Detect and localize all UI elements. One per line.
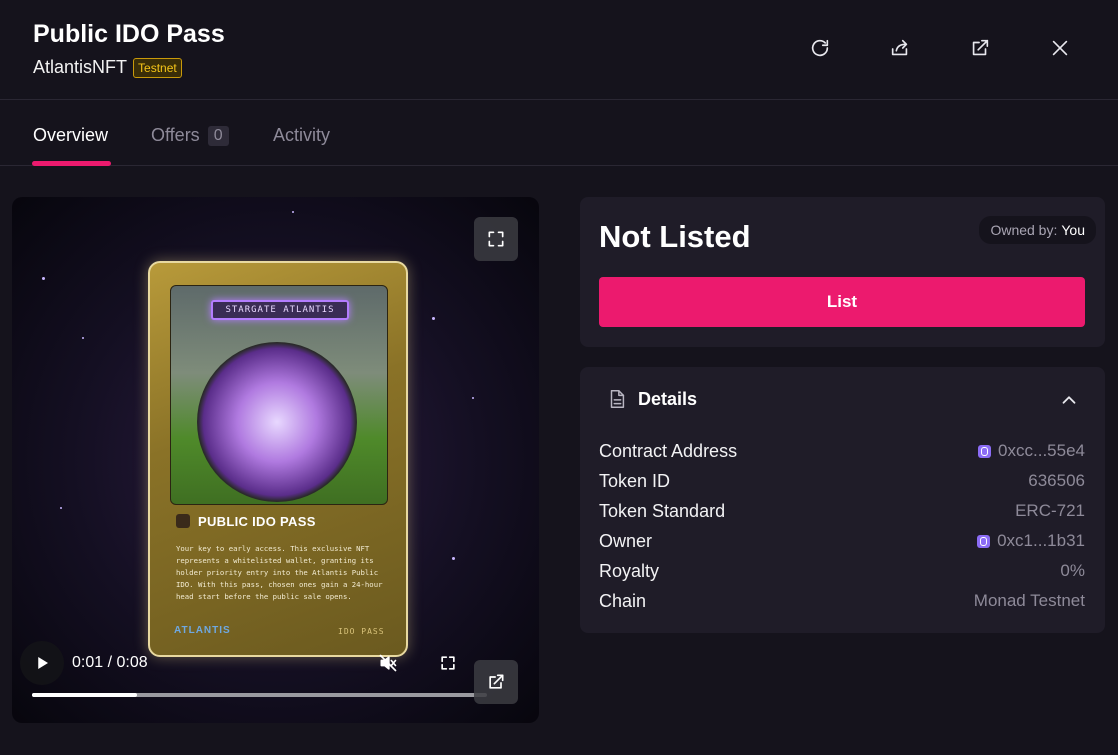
detail-label: Token Standard xyxy=(599,500,726,521)
card-heading: PUBLIC IDO PASS xyxy=(198,514,316,529)
list-button[interactable]: List xyxy=(599,277,1085,327)
video-fullscreen-icon[interactable] xyxy=(438,653,458,673)
details-panel: Details Contract Address 0xcc...55e4 Tok… xyxy=(580,367,1105,633)
star-dot xyxy=(292,211,294,213)
nft-card-image: STARGATE ATLANTIS PUBLIC IDO PASS Your k… xyxy=(148,261,408,657)
refresh-icon[interactable] xyxy=(805,33,835,63)
detail-label: Chain xyxy=(599,590,647,611)
close-icon[interactable] xyxy=(1045,33,1075,63)
star-dot xyxy=(472,397,474,399)
detail-value: ERC-721 xyxy=(1015,501,1085,520)
play-icon xyxy=(38,657,48,669)
detail-value[interactable]: 0xcc...55e4 xyxy=(978,441,1085,461)
page-header: Public IDO Pass AtlantisNFT Testnet xyxy=(0,0,1118,100)
star-dot xyxy=(452,557,455,560)
detail-row-token-id: Token ID 636506 xyxy=(599,469,1085,493)
external-link-icon xyxy=(489,674,504,689)
details-header[interactable]: Details xyxy=(580,367,1105,431)
detail-value: Monad Testnet xyxy=(973,591,1085,610)
contract-address-value: 0xcc...55e4 xyxy=(998,441,1085,460)
tab-label: Activity xyxy=(273,125,331,145)
page-title: Public IDO Pass xyxy=(33,20,225,48)
muted-icon[interactable] xyxy=(378,653,398,673)
tab-offers[interactable]: Offers 0 xyxy=(151,125,229,146)
document-icon xyxy=(606,388,628,410)
active-tab-indicator xyxy=(32,161,111,166)
detail-row-owner: Owner 0xc1...1b31 xyxy=(599,529,1085,553)
detail-row-token-standard: Token Standard ERC-721 xyxy=(599,499,1085,523)
owner-address-value: 0xc1...1b31 xyxy=(997,531,1085,550)
nft-media-viewer: STARGATE ATLANTIS PUBLIC IDO PASS Your k… xyxy=(12,197,539,723)
detail-value: 636506 xyxy=(1028,471,1085,490)
listing-panel: Not Listed Owned by: You List xyxy=(580,197,1105,347)
monad-icon xyxy=(978,444,992,458)
portal-artwork xyxy=(197,342,357,502)
card-banner: STARGATE ATLANTIS xyxy=(211,300,349,320)
video-progress-fill xyxy=(32,693,137,697)
external-link-icon[interactable] xyxy=(965,33,995,63)
collection-name[interactable]: AtlantisNFT xyxy=(33,57,127,78)
expand-icon xyxy=(488,231,504,247)
detail-row-chain: Chain Monad Testnet xyxy=(599,589,1085,613)
detail-label: Royalty xyxy=(599,560,660,581)
card-brand-logo: ATLANTIS xyxy=(174,625,231,636)
detail-value[interactable]: 0xc1...1b31 xyxy=(977,531,1085,551)
detail-label: Owner xyxy=(599,530,653,551)
tab-label: Offers xyxy=(151,125,200,145)
card-emblem-icon xyxy=(176,514,190,528)
owned-by-pill: Owned by: You xyxy=(979,216,1096,244)
listing-status: Not Listed xyxy=(599,219,751,254)
owned-by-label: Owned by: xyxy=(990,222,1058,238)
open-media-button[interactable] xyxy=(474,660,518,704)
collection-row: AtlantisNFT Testnet xyxy=(33,57,182,78)
details-title: Details xyxy=(638,389,698,409)
network-badge: Testnet xyxy=(133,57,182,78)
monad-icon xyxy=(977,534,991,548)
tab-overview[interactable]: Overview xyxy=(33,125,108,146)
offers-count-badge: 0 xyxy=(207,125,229,146)
detail-label: Contract Address xyxy=(599,440,738,461)
star-dot xyxy=(42,277,45,280)
play-button[interactable] xyxy=(20,641,64,685)
owner-name: You xyxy=(1061,222,1085,238)
chevron-up-icon[interactable] xyxy=(1058,389,1080,411)
detail-value: 0% xyxy=(1060,561,1085,580)
detail-row-royalty: Royalty 0% xyxy=(599,559,1085,583)
tab-label: Overview xyxy=(33,125,109,145)
detail-label: Token ID xyxy=(599,470,671,491)
video-time: 0:01 / 0:08 xyxy=(72,654,148,671)
star-dot xyxy=(432,317,435,320)
star-dot xyxy=(60,507,62,509)
tab-activity[interactable]: Activity xyxy=(273,125,330,146)
card-artwork: STARGATE ATLANTIS xyxy=(170,285,388,505)
video-progress-bar[interactable] xyxy=(32,693,487,697)
tab-bar: Overview Offers 0 Activity xyxy=(0,101,1118,166)
card-description: Your key to early access. This exclusive… xyxy=(176,544,383,601)
detail-row-contract-address: Contract Address 0xcc...55e4 xyxy=(599,439,1085,463)
share-icon[interactable] xyxy=(885,33,915,63)
card-footer-label: IDO PASS xyxy=(338,627,385,636)
star-dot xyxy=(82,337,84,339)
fullscreen-button[interactable] xyxy=(474,217,518,261)
